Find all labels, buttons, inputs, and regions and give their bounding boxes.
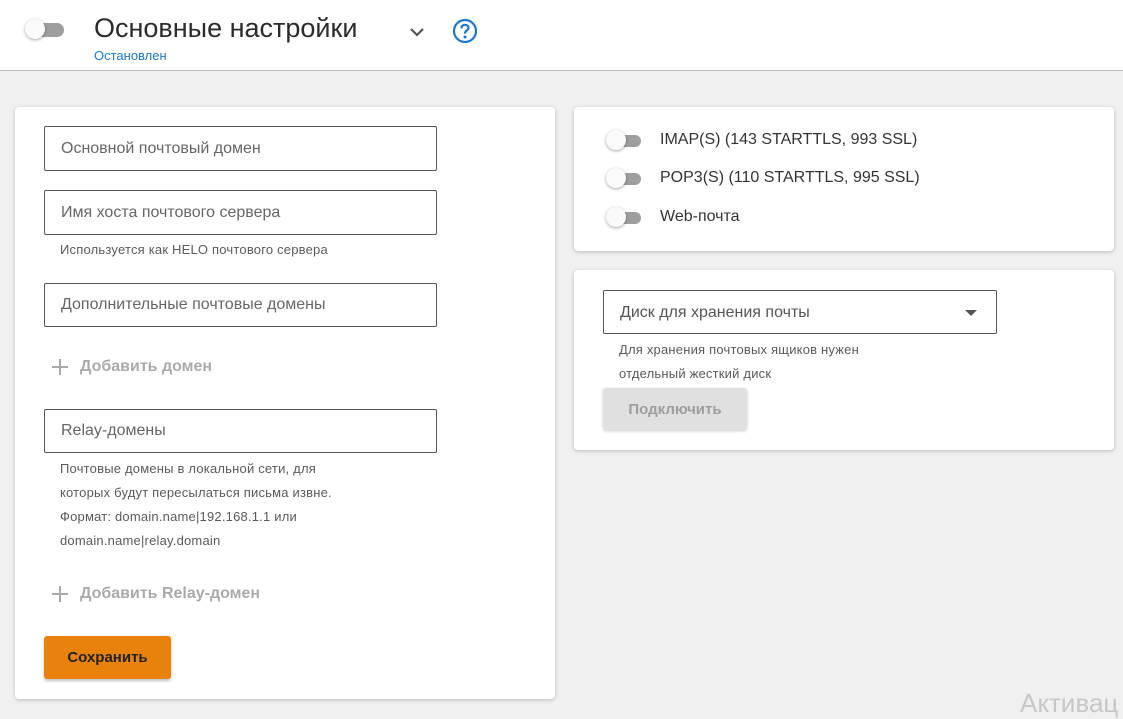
toggle-knob — [25, 19, 45, 39]
help-circle-icon[interactable] — [452, 18, 478, 44]
page-title: Основные настройки — [94, 13, 358, 43]
storage-hint-line: Для хранения почтовых ящиков нужен — [619, 342, 859, 357]
activation-watermark: Активац — [1020, 688, 1119, 718]
relay-hint-line: Почтовые домены в локальной сети, для — [60, 461, 316, 476]
pop3-toggle[interactable] — [606, 167, 646, 191]
services-card: IMAP(S) (143 STARTTLS, 993 SSL) POP3(S) … — [574, 107, 1114, 251]
service-row-imap: IMAP(S) (143 STARTTLS, 993 SSL) — [606, 129, 1056, 153]
add-domain-button[interactable]: Добавить домен — [52, 358, 212, 376]
storage-card: Диск для хранения почты Для хранения поч… — [574, 270, 1114, 450]
toggle-knob — [606, 207, 626, 227]
service-row-webmail: Web-почта — [606, 206, 1056, 230]
add-relay-domain-button[interactable]: Добавить Relay-домен — [52, 585, 260, 603]
status-label: Остановлен — [94, 48, 167, 63]
add-domain-label: Добавить домен — [80, 358, 213, 375]
save-button[interactable]: Сохранить — [44, 636, 171, 679]
relay-hint: Почтовые домены в локальной сети, для ко… — [60, 457, 440, 553]
toggle-knob — [606, 168, 626, 188]
primary-domain-input[interactable] — [45, 127, 436, 170]
primary-domain-field[interactable] — [44, 126, 437, 171]
add-relay-label: Добавить Relay-домен — [80, 585, 261, 602]
hostname-hint: Используется как HELO почтового сервера — [60, 242, 328, 257]
hostname-input[interactable] — [45, 191, 436, 234]
webmail-label: Web-почта — [660, 208, 740, 225]
relay-domains-field[interactable] — [44, 409, 437, 453]
hostname-field[interactable] — [44, 190, 437, 235]
relay-domains-input[interactable] — [45, 410, 436, 452]
imap-toggle[interactable] — [606, 129, 646, 153]
connect-button[interactable]: Подключить — [603, 388, 747, 430]
extra-domains-input[interactable] — [45, 284, 436, 326]
pop3-label: POP3(S) (110 STARTTLS, 995 SSL) — [660, 169, 920, 186]
disk-select-value: Диск для хранения почты — [620, 304, 810, 321]
plus-icon — [52, 586, 68, 602]
toggle-knob — [606, 130, 626, 150]
dropdown-arrow-icon — [965, 310, 977, 316]
service-row-pop3: POP3(S) (110 STARTTLS, 995 SSL) — [606, 167, 1056, 191]
storage-hint-line: отдельный жесткий диск — [619, 366, 772, 381]
relay-hint-line: domain.name|relay.domain — [60, 533, 221, 548]
plus-icon — [52, 359, 68, 375]
chevron-down-icon[interactable] — [405, 20, 429, 44]
webmail-toggle[interactable] — [606, 206, 646, 230]
relay-hint-line: которых будут пересылаться письма извне. — [60, 485, 332, 500]
mail-settings-card: Используется как HELO почтового сервера … — [15, 107, 555, 699]
page-header: Основные настройки Остановлен — [0, 0, 1123, 71]
service-toggle[interactable] — [25, 18, 65, 42]
disk-select[interactable]: Диск для хранения почты — [603, 290, 997, 334]
extra-domains-field[interactable] — [44, 283, 437, 327]
relay-hint-line: Формат: domain.name|192.168.1.1 или — [60, 509, 297, 524]
storage-hint: Для хранения почтовых ящиков нужен отдел… — [619, 338, 999, 386]
imap-label: IMAP(S) (143 STARTTLS, 993 SSL) — [660, 131, 918, 148]
